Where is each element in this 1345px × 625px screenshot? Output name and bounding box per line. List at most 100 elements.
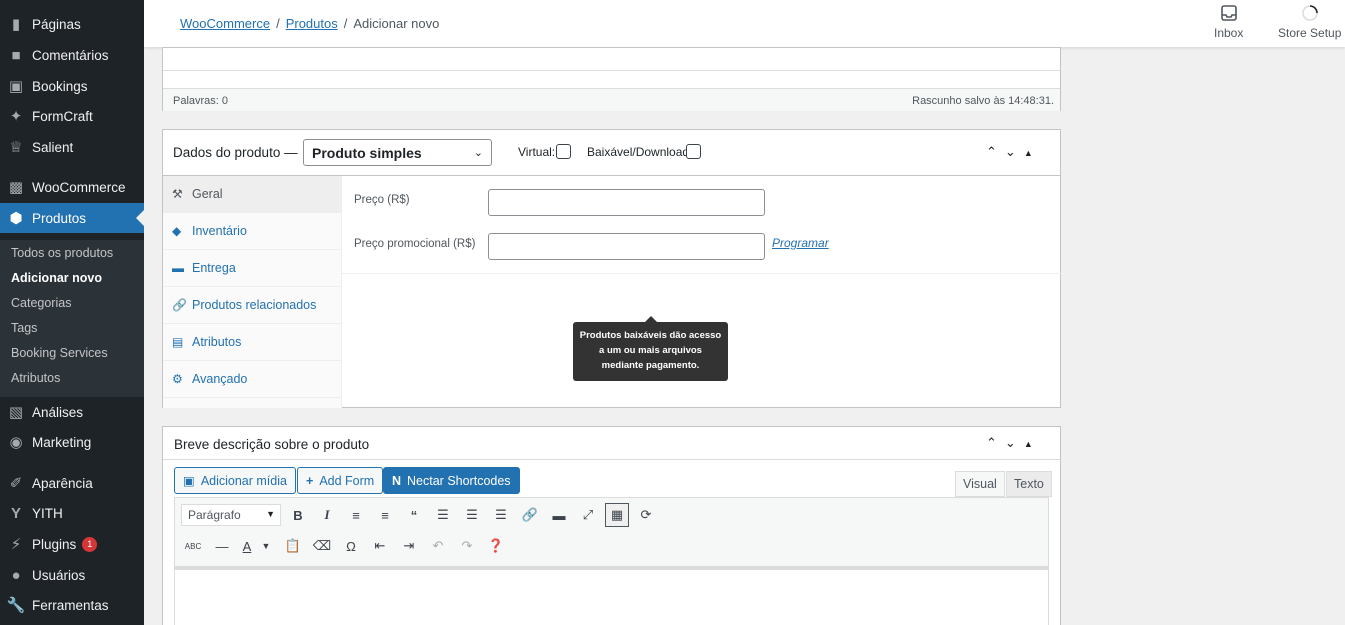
menu-item-comentarios[interactable]: ■ Comentários [0, 40, 144, 70]
menu-item-marketing[interactable]: ◉ Marketing [0, 427, 144, 457]
product-data-tabs: ⚒ Geral ◆ Inventário ▬ Entrega 🔗 Produto… [163, 176, 342, 408]
tab-visual[interactable]: Visual [955, 471, 1005, 497]
collapse-toggle-icon[interactable]: ▲ [1024, 439, 1033, 449]
tab-produtos-relacionados[interactable]: 🔗 Produtos relacionados [163, 287, 342, 324]
menu-item-formcraft[interactable]: ✦ FormCraft [0, 101, 144, 131]
product-type-select[interactable]: Produto simples ⌄ [303, 139, 492, 166]
nectar-shortcodes-button[interactable]: N Nectar Shortcodes [383, 467, 520, 494]
submenu-booking-services[interactable]: Booking Services [11, 346, 108, 360]
bold-icon[interactable]: B [286, 503, 310, 527]
short-description-panel: Breve descrição sobre o produto ⌃ ⌄ ▲ ▣ Ad… [162, 426, 1061, 625]
link-icon[interactable]: 🔗 [518, 503, 542, 527]
text-color-dropdown-icon[interactable]: ▼ [254, 534, 278, 558]
fullscreen-icon[interactable]: ⤢ [576, 503, 600, 527]
align-center-icon[interactable]: ☰ [460, 503, 484, 527]
blockquote-icon[interactable]: “ [402, 503, 426, 527]
submenu-adicionar-novo[interactable]: Adicionar novo [11, 271, 102, 285]
tab-entrega[interactable]: ▬ Entrega [163, 250, 342, 287]
paste-text-icon[interactable]: 📋 [281, 534, 305, 558]
format-select[interactable]: Parágrafo ▼ [181, 504, 281, 526]
produtos-submenu: Todos os produtos Adicionar novo Categor… [0, 240, 144, 397]
numbered-list-icon[interactable]: ≡ [373, 503, 397, 527]
clear-formatting-icon[interactable]: ⌫ [310, 534, 334, 558]
toolbar-toggle-icon[interactable]: ▦ [605, 503, 629, 527]
menu-label: Análises [32, 404, 84, 420]
menu-item-usuarios[interactable]: ● Usuários [0, 560, 144, 590]
users-icon: ● [11, 566, 21, 584]
indent-icon[interactable]: ⇥ [397, 534, 421, 558]
menu-item-plugins[interactable]: ⚡ Plugins 1 [0, 529, 144, 559]
menu-item-woocommerce[interactable]: ▩ WooCommerce [0, 172, 144, 202]
virtual-label: Virtual: [518, 145, 556, 159]
sale-price-input[interactable] [488, 233, 765, 260]
align-left-icon[interactable]: ☰ [431, 503, 455, 527]
add-form-label: Add Form [319, 473, 375, 488]
undo-icon[interactable]: ↶ [426, 534, 450, 558]
inbox-label: Inbox [1214, 26, 1244, 40]
store-setup-button[interactable]: Store Setup [1278, 4, 1341, 40]
italic-icon[interactable]: I [315, 503, 339, 527]
align-right-icon[interactable]: ☰ [489, 503, 513, 527]
regular-price-input[interactable] [488, 189, 765, 216]
menu-item-aparencia[interactable]: ✐ Aparência [0, 468, 144, 498]
breadcrumb-woocommerce[interactable]: WooCommerce [180, 16, 270, 31]
update-count-badge: 1 [82, 536, 98, 552]
tab-texto[interactable]: Texto [1006, 471, 1052, 497]
menu-item-bookings[interactable]: ▣ Bookings [0, 71, 144, 101]
horizontal-line-icon[interactable]: — [210, 534, 234, 558]
tab-label: Inventário [192, 224, 247, 238]
move-up-icon[interactable]: ⌃ [986, 144, 997, 160]
nectar-icon: N [392, 473, 402, 488]
schedule-sale-link[interactable]: Programar [772, 236, 829, 250]
tab-label: Geral [192, 187, 223, 201]
tab-avancado[interactable]: ⚙ Avançado [163, 361, 342, 398]
refresh-icon[interactable]: ⟳ [634, 503, 658, 527]
read-more-icon[interactable]: ▬ [547, 503, 571, 527]
outdent-icon[interactable]: ⇤ [368, 534, 392, 558]
redo-icon[interactable]: ↷ [455, 534, 479, 558]
menu-item-yith[interactable]: Y YITH [0, 498, 144, 528]
dropdown-arrow-icon: ▼ [266, 509, 275, 519]
brush-icon: ✐ [9, 475, 23, 492]
inbox-button[interactable]: Inbox [1214, 4, 1243, 40]
virtual-checkbox[interactable] [556, 144, 571, 159]
submenu-atributos[interactable]: Atributos [11, 371, 60, 385]
draft-saved-status: Rascunho salvo às 14:48:31. [912, 95, 1054, 107]
menu-item-analises[interactable]: ▧ Análises [0, 397, 144, 427]
word-count: Palavras: 0 [173, 95, 229, 107]
tab-geral[interactable]: ⚒ Geral [163, 176, 342, 213]
tab-inventario[interactable]: ◆ Inventário [163, 213, 342, 250]
breadcrumb-produtos[interactable]: Produtos [286, 16, 338, 31]
tab-atributos[interactable]: ▤ Atributos [163, 324, 342, 361]
submenu-todos-produtos[interactable]: Todos os produtos [11, 246, 113, 260]
divider [163, 70, 1060, 71]
media-icon: ▣ [183, 474, 195, 488]
collapse-toggle-icon[interactable]: ▲ [1024, 148, 1033, 158]
special-character-icon[interactable]: Ω [339, 534, 363, 558]
menu-label: Aparência [32, 475, 93, 491]
short-description-editor[interactable] [174, 567, 1049, 625]
add-media-button[interactable]: ▣ Adicionar mídia [174, 467, 296, 494]
menu-label: Marketing [32, 434, 92, 450]
bullet-list-icon[interactable]: ≡ [344, 503, 368, 527]
menu-item-paginas[interactable]: ▮ Páginas [0, 9, 144, 39]
move-up-icon[interactable]: ⌃ [986, 435, 997, 451]
downloadable-checkbox[interactable] [686, 144, 701, 159]
help-icon[interactable]: ❓ [484, 534, 508, 558]
menu-item-ferramentas[interactable]: 🔧 Ferramentas [0, 590, 144, 620]
menu-item-produtos[interactable]: ⬢ Produtos [0, 203, 144, 233]
submenu-categorias[interactable]: Categorias [11, 296, 71, 310]
move-down-icon[interactable]: ⌄ [1005, 435, 1016, 451]
strikethrough-icon[interactable]: ABC [181, 534, 205, 558]
comments-icon: ■ [11, 46, 21, 64]
submenu-tags[interactable]: Tags [11, 321, 37, 335]
add-form-button[interactable]: + Add Form [297, 467, 384, 494]
move-down-icon[interactable]: ⌄ [1005, 144, 1016, 160]
store-setup-label: Store Setup [1278, 26, 1342, 40]
menu-item-salient[interactable]: ♕ Salient [0, 132, 144, 162]
menu-label: Salient [32, 139, 74, 155]
menu-label: Bookings [32, 78, 88, 94]
tab-label: Entrega [192, 261, 236, 275]
product-data-header: Dados do produto — Produto simples ⌄ Vir… [163, 130, 1060, 176]
downloadable-tooltip: Produtos baixáveis dão acesso a um ou ma… [573, 316, 728, 381]
